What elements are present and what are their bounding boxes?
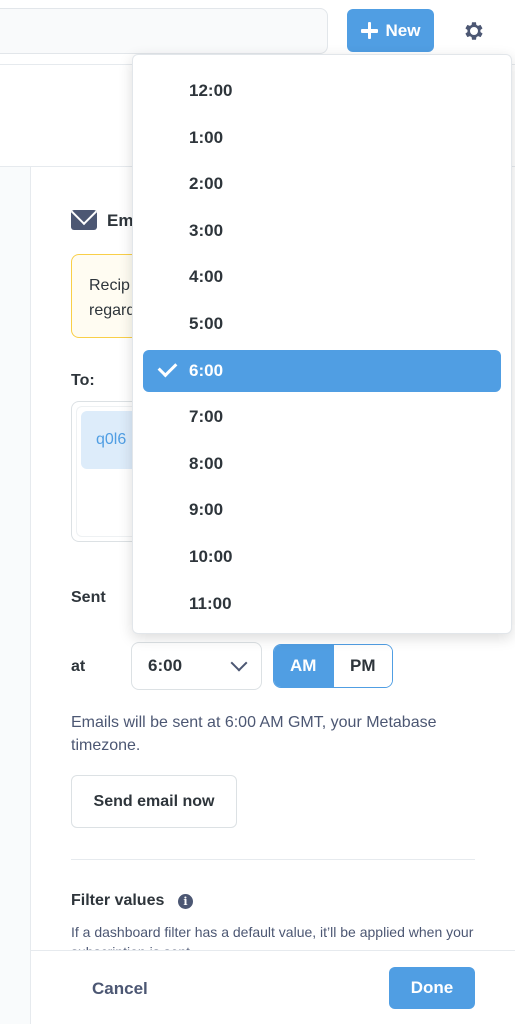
am-pm-toggle: AM PM — [273, 644, 393, 688]
plus-icon — [360, 22, 378, 39]
channel-label: Em — [107, 211, 134, 230]
time-option[interactable]: 12:00 — [143, 70, 501, 112]
time-option[interactable]: 11:00 — [143, 583, 501, 625]
sent-label: Sent — [71, 589, 106, 606]
time-option[interactable]: 1:00 — [143, 117, 501, 159]
am-button[interactable]: AM — [274, 645, 333, 687]
time-option-label: 2:00 — [189, 174, 224, 194]
new-button-label: New — [385, 20, 421, 40]
time-option-label: 7:00 — [189, 407, 224, 427]
filter-values-description: If a dashboard filter has a default valu… — [71, 924, 474, 950]
time-dropdown-menu: 12:00 1:00 2:00 3:00 4:00 5:00 6:00 7:00 8:00 9:0… — [132, 54, 512, 634]
time-option-label: 9:00 — [189, 500, 224, 520]
dashboard-background — [0, 167, 31, 1024]
new-button[interactable]: New — [347, 9, 434, 52]
gear-icon[interactable] — [462, 19, 486, 43]
time-option-label: 5:00 — [189, 314, 224, 333]
time-select[interactable]: 6:00 — [131, 642, 262, 690]
info-icon[interactable]: i — [178, 894, 193, 909]
send-email-now-button[interactable]: Send email now — [71, 775, 237, 828]
time-option-label: 4:00 — [189, 267, 224, 287]
time-option[interactable]: 6:00 — [143, 349, 501, 392]
time-option[interactable]: 9:00 — [143, 489, 501, 531]
to-label: To: — [71, 372, 95, 389]
cancel-button[interactable]: Cancel — [92, 979, 148, 999]
time-option-label: 10:00 — [189, 547, 233, 566]
divider — [71, 859, 475, 860]
envelope-icon — [71, 210, 97, 230]
time-option-label: 6:00 — [189, 360, 224, 380]
time-option-label: 8:00 — [189, 453, 224, 473]
search-input[interactable] — [0, 8, 328, 54]
time-option-label: 3:00 — [189, 220, 224, 240]
time-option-label: 1:00 — [189, 127, 224, 147]
timezone-note: Emails will be sent at 6:00 AM GMT, your… — [71, 714, 437, 754]
time-option[interactable]: 8:00 — [143, 443, 501, 485]
time-option-label: 11:00 — [189, 593, 232, 613]
checkmark-icon — [157, 357, 178, 377]
at-label: at — [71, 658, 86, 675]
time-option[interactable]: 4:00 — [143, 256, 501, 298]
time-option[interactable]: 2:00 — [143, 163, 501, 205]
time-option[interactable]: 10:00 — [143, 536, 501, 578]
time-select-value: 6:00 — [148, 656, 183, 675]
pm-button[interactable]: PM — [332, 645, 392, 687]
time-option-label: 12:00 — [189, 81, 233, 100]
time-option[interactable]: 3:00 — [143, 210, 501, 252]
done-button[interactable]: Done — [389, 967, 475, 1009]
filter-values-title: Filter values — [71, 892, 165, 909]
time-option[interactable]: 7:00 — [143, 396, 501, 438]
chevron-down-icon — [230, 654, 248, 672]
time-option[interactable]: 5:00 — [143, 303, 501, 345]
